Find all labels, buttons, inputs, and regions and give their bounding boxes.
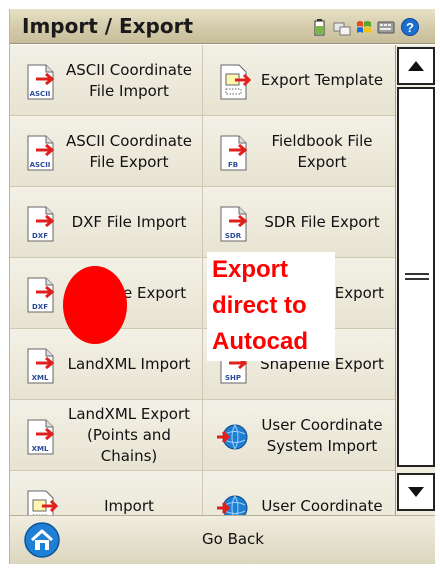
- svg-text:XML: XML: [32, 374, 49, 382]
- grid-item-label: LandXML Export (Points and Chains): [67, 405, 191, 465]
- app-window: Import / Export ? ASCII ASCII Coordinate…: [9, 9, 435, 564]
- svg-text:ASCII: ASCII: [30, 161, 51, 169]
- grid-item-button[interactable]: Export Template: [203, 45, 396, 116]
- svg-text:DXF: DXF: [32, 303, 48, 311]
- xml-file-icon: XML: [22, 417, 58, 457]
- svg-text:FB: FB: [228, 161, 238, 169]
- title-bar: Import / Export ?: [10, 9, 435, 44]
- svg-text:ASCII: ASCII: [30, 90, 51, 98]
- network-icon[interactable]: [332, 17, 352, 37]
- scroll-thumb[interactable]: [397, 87, 435, 467]
- grid-item-button[interactable]: ASCII ASCII Coordinate File Export: [10, 116, 203, 187]
- window-title: Import / Export: [22, 14, 194, 38]
- globe-import-icon: [215, 417, 251, 457]
- grid-item-button[interactable]: DXF DXF File Import: [10, 187, 203, 258]
- annotation-line: Export: [212, 256, 289, 283]
- grid-item-label: ASCII Coordinate File Import: [65, 60, 193, 100]
- annotation-line: Autocad: [212, 328, 308, 355]
- scroll-down-button[interactable]: [397, 473, 435, 511]
- vertical-scrollbar[interactable]: [395, 45, 435, 515]
- keyboard-icon[interactable]: [376, 17, 396, 37]
- xml-file-icon: XML: [22, 346, 58, 386]
- annotation-line: direct to: [212, 292, 307, 319]
- ascii-file-icon: ASCII: [22, 133, 58, 173]
- grid-item-label: DXF File Import: [71, 213, 187, 231]
- grid-item-label: Fieldbook File Export: [271, 131, 373, 171]
- grid-item-button[interactable]: FB Fieldbook File Export: [203, 116, 396, 187]
- svg-text:XML: XML: [32, 445, 49, 453]
- grid-item-button[interactable]: ASCII ASCII Coordinate File Import: [10, 45, 203, 116]
- help-icon[interactable]: ?: [400, 17, 420, 37]
- grid-item-label: Export Template: [260, 71, 384, 89]
- grid-item-label: SDR File Export: [264, 213, 380, 231]
- scroll-up-button[interactable]: [397, 47, 435, 85]
- dxf-file-icon: DXF: [22, 275, 58, 315]
- grid-item-button[interactable]: SDR SDR File Export: [203, 187, 396, 258]
- ascii-file-icon: ASCII: [22, 62, 58, 102]
- svg-text:SHP: SHP: [225, 374, 241, 382]
- windows-flag-icon[interactable]: [354, 17, 374, 37]
- go-back-button[interactable]: Go Back: [10, 530, 435, 548]
- grid-item-label: ASCII Coordinate File Export: [65, 131, 193, 171]
- svg-text:DXF: DXF: [32, 232, 48, 240]
- annotation-text: Export direct to Autocad: [212, 252, 342, 360]
- arrow-down-icon: [408, 487, 424, 497]
- arrow-up-icon: [408, 61, 424, 71]
- bottom-bar[interactable]: Go Back: [10, 515, 435, 564]
- red-marker-dot: [63, 266, 127, 344]
- svg-text:?: ?: [406, 20, 414, 35]
- dxf-file-icon: DXF: [22, 204, 58, 244]
- battery-icon[interactable]: [310, 17, 330, 37]
- fieldbook-file-icon: FB: [215, 133, 251, 173]
- grid-item-button[interactable]: XML LandXML Export (Points and Chains): [10, 400, 203, 471]
- grid-item-button[interactable]: User Coordinate System Import: [203, 400, 396, 471]
- svg-text:SDR: SDR: [225, 232, 242, 240]
- grid-item-label: User Coordinate System Import: [261, 415, 383, 455]
- template-icon: [215, 62, 252, 102]
- sdr-file-icon: SDR: [215, 204, 251, 244]
